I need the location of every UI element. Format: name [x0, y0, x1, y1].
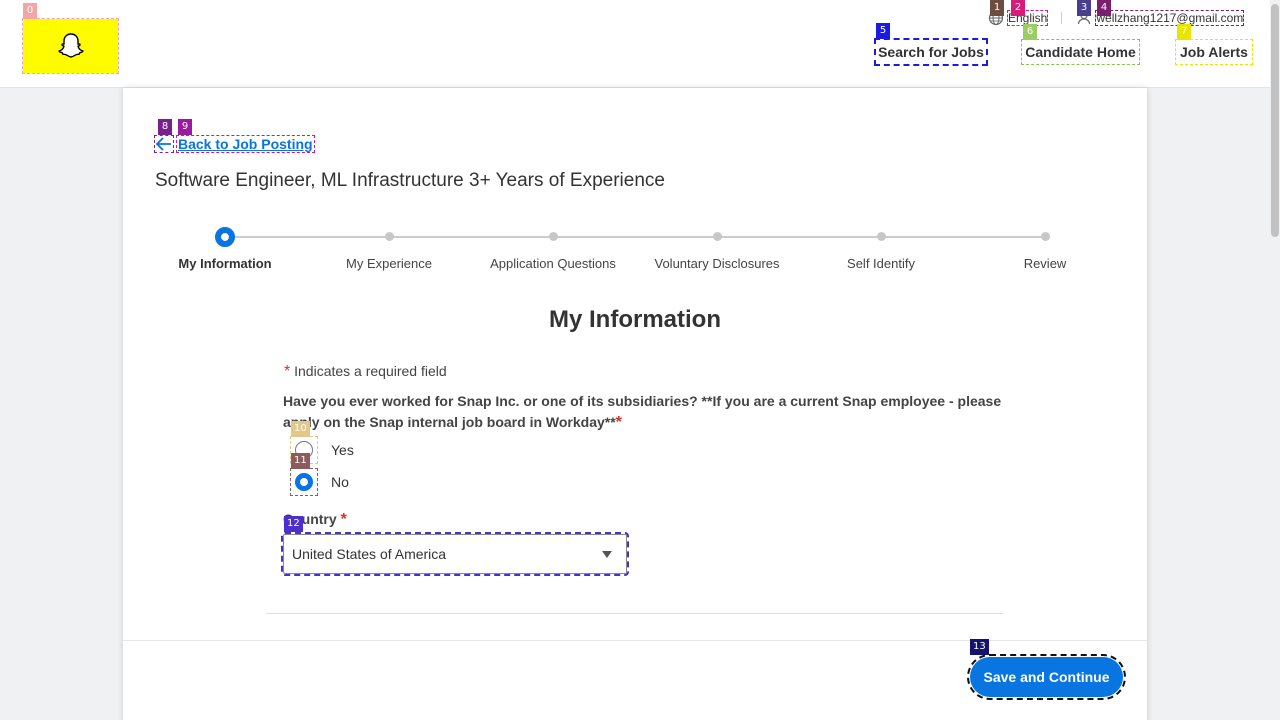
footer-divider [123, 640, 1147, 641]
chevron-down-icon [602, 550, 612, 558]
back-navigation: Back to Job Posting [154, 135, 315, 153]
radio-no-label[interactable]: No [331, 474, 349, 490]
question-text: Have you ever worked for Snap Inc. or on… [283, 393, 1002, 430]
marker-tag: 4 [1097, 0, 1111, 16]
step-label: Review [1023, 256, 1067, 271]
step-indicator [385, 232, 394, 241]
job-alerts-link[interactable]: Job Alerts [1175, 39, 1253, 65]
ghost-icon [57, 33, 84, 58]
step-indicator [549, 232, 558, 241]
marker-tag: 9 [178, 119, 192, 135]
section-title: My Information [549, 306, 721, 333]
marker-tag: 2 [1011, 0, 1025, 16]
marker-tag: 8 [158, 119, 172, 135]
back-arrow-icon[interactable] [154, 135, 174, 153]
step-indicator [877, 232, 886, 241]
progress-stepper: My Information My Experience Application… [143, 222, 1127, 282]
radio-no[interactable] [290, 468, 318, 496]
form-divider [266, 613, 1003, 614]
step-label: Application Questions [490, 256, 616, 271]
scrollbar-thumb[interactable] [1271, 4, 1279, 237]
country-select[interactable]: United States of America [281, 532, 629, 576]
marker-tag: 0 [23, 3, 37, 19]
required-star: * [340, 511, 347, 528]
stepper-track [225, 236, 1045, 238]
job-title: Software Engineer, ML Infrastructure 3+ … [155, 170, 665, 191]
marker-tag: 12 [284, 516, 303, 532]
marker-tag: 3 [1077, 0, 1091, 16]
step-label: Self Identify [847, 256, 915, 271]
required-note: * Indicates a required field [284, 363, 447, 381]
save-and-continue-button[interactable]: Save and Continue [967, 654, 1126, 700]
marker-tag: 1 [990, 0, 1004, 16]
radio-yes-label[interactable]: Yes [331, 442, 354, 458]
marker-tag: 5 [876, 23, 890, 39]
step-indicator [215, 227, 235, 247]
step-indicator [1041, 232, 1050, 241]
search-jobs-link[interactable]: Search for Jobs [874, 38, 988, 66]
country-select-value: United States of America [292, 546, 447, 562]
page-scrollbar[interactable] [1270, 0, 1280, 720]
radio-option-no[interactable]: No [290, 468, 349, 496]
snapchat-logo[interactable] [22, 18, 119, 74]
back-to-job-posting-link[interactable]: Back to Job Posting [176, 135, 315, 153]
required-star: * [284, 363, 291, 380]
marker-tag: 10 [291, 421, 310, 437]
step-label: My Information [178, 256, 272, 271]
marker-tag: 7 [1177, 24, 1191, 40]
utility-divider [1061, 12, 1063, 24]
required-star: * [615, 414, 622, 431]
marker-tag: 6 [1023, 24, 1037, 40]
marker-tag: 13 [970, 639, 989, 655]
user-account-menu[interactable]: wellzhang1217@gmail.com [1095, 10, 1245, 26]
previous-employment-question: Have you ever worked for Snap Inc. or on… [283, 391, 1003, 433]
required-note-text: Indicates a required field [294, 363, 447, 379]
marker-tag: 11 [291, 453, 310, 469]
step-label: Voluntary Disclosures [654, 256, 780, 271]
step-indicator [713, 232, 722, 241]
candidate-home-link[interactable]: Candidate Home [1021, 39, 1140, 65]
step-label: My Experience [346, 256, 432, 271]
